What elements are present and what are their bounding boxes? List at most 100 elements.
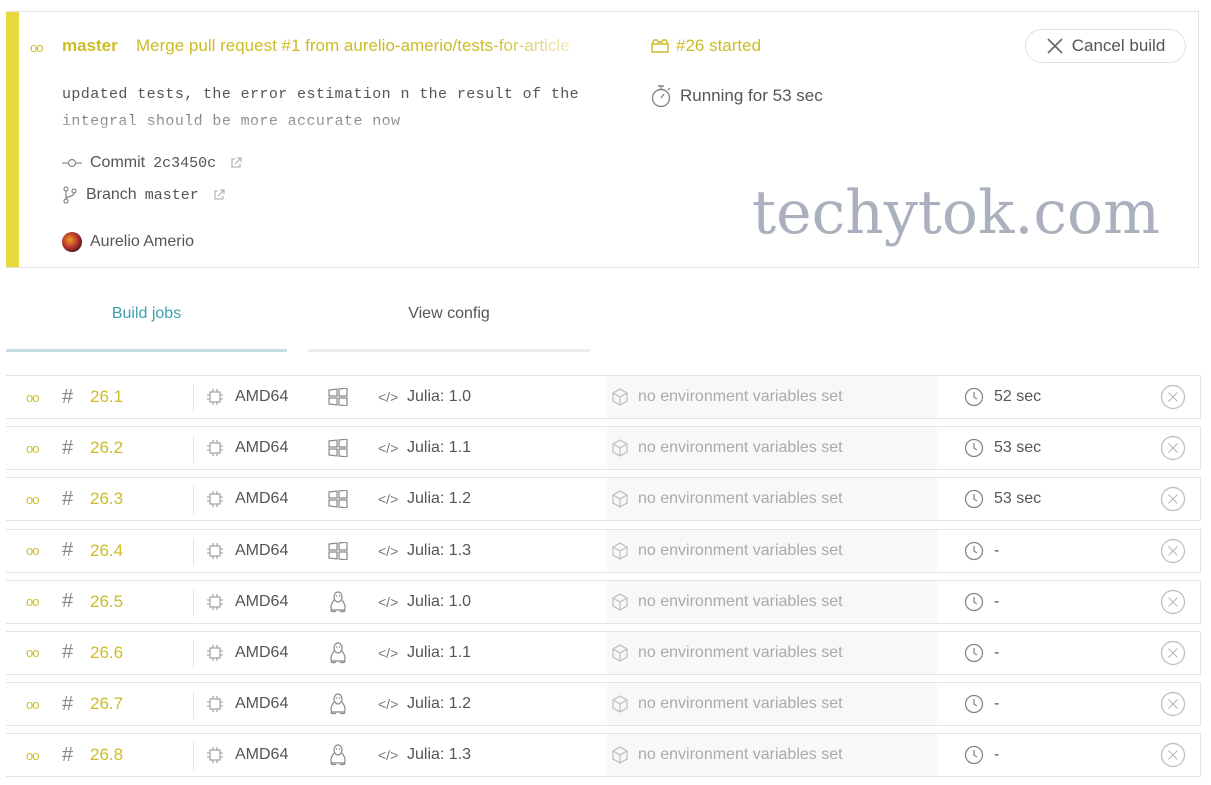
cancel-build-button[interactable]: Cancel build (1025, 29, 1186, 63)
cancel-job-icon[interactable] (1160, 530, 1186, 572)
cpu-icon (206, 376, 224, 418)
cube-icon (610, 427, 630, 469)
job-language: Julia: 1.0 (407, 388, 472, 405)
author-name: Aurelio Amerio (90, 233, 195, 250)
job-arch: AMD64 (235, 592, 289, 610)
external-link-icon[interactable] (213, 189, 225, 201)
cube-icon (610, 581, 630, 623)
cpu-icon (206, 478, 224, 520)
divider (193, 435, 194, 464)
job-language: Julia: 1.1 (407, 439, 472, 457)
job-number[interactable]: 26.7 (90, 683, 123, 725)
commit-message-title[interactable]: Merge pull request #1 from aurelio-ameri… (136, 36, 606, 56)
branch-name[interactable]: master (145, 187, 199, 204)
job-env: no environment variables set (638, 439, 843, 457)
job-duration: - (994, 695, 1000, 713)
linux-icon (328, 632, 348, 674)
clock-icon (964, 632, 984, 674)
running-dots-icon: oo (26, 747, 40, 763)
jobs-list: oo # 26.1 AMD64 </> Julia: 1.0 no enviro… (6, 375, 1201, 785)
avatar (62, 232, 82, 252)
job-row[interactable]: oo # 26.7 AMD64 </> Julia: 1.2 no enviro… (6, 682, 1201, 727)
job-language: Julia: 1.0 (407, 592, 472, 610)
watermark: techytok.com (752, 178, 1161, 248)
cpu-icon (206, 530, 224, 572)
hash-icon: # (62, 539, 74, 562)
job-duration: 53 sec (994, 490, 1042, 508)
hash-icon: # (62, 590, 74, 613)
cpu-icon (206, 427, 224, 469)
clock-icon (964, 427, 984, 469)
tab-build-jobs[interactable]: Build jobs (6, 305, 287, 352)
running-dots-icon: oo (26, 389, 40, 405)
stopwatch-icon (650, 84, 672, 108)
job-row[interactable]: oo # 26.4 AMD64 </> Julia: 1.3 no enviro… (6, 528, 1201, 573)
commit-label: Commit (90, 154, 146, 171)
job-number[interactable]: 26.1 (90, 376, 123, 418)
job-number[interactable]: 26.8 (90, 734, 123, 776)
hash-icon: # (62, 487, 74, 510)
job-language: Julia: 1.2 (407, 695, 472, 713)
job-row[interactable]: oo # 26.1 AMD64 </> Julia: 1.0 no enviro… (6, 375, 1201, 419)
linux-icon (328, 734, 348, 776)
job-number[interactable]: 26.5 (90, 581, 123, 623)
job-row[interactable]: oo # 26.8 AMD64 </> Julia: 1.3 no enviro… (6, 733, 1201, 778)
job-row[interactable]: oo # 26.2 AMD64 </> Julia: 1.1 no enviro… (6, 426, 1201, 471)
job-number[interactable]: 26.3 (90, 478, 123, 520)
job-arch: AMD64 (235, 388, 289, 405)
cancel-job-icon[interactable] (1160, 734, 1186, 776)
job-row[interactable]: oo # 26.3 AMD64 </> Julia: 1.2 no enviro… (6, 477, 1201, 522)
job-duration: 53 sec (994, 439, 1042, 457)
job-arch: AMD64 (235, 439, 289, 457)
cancel-build-label: Cancel build (1071, 36, 1166, 55)
windows-icon (328, 530, 348, 572)
job-language: Julia: 1.3 (407, 746, 472, 764)
branch-title[interactable]: master (62, 36, 118, 56)
commit-sha[interactable]: 2c3450c (153, 155, 216, 172)
job-env: no environment variables set (638, 592, 843, 610)
job-env: no environment variables set (638, 695, 843, 713)
divider (193, 691, 194, 720)
cancel-job-icon[interactable] (1160, 683, 1186, 725)
job-number[interactable]: 26.6 (90, 632, 123, 674)
commit-description: updated tests, the error estimation n th… (62, 86, 580, 130)
divider (193, 486, 194, 515)
hash-icon: # (62, 743, 74, 766)
job-row[interactable]: oo # 26.5 AMD64 </> Julia: 1.0 no enviro… (6, 579, 1201, 624)
cancel-job-icon[interactable] (1160, 478, 1186, 520)
code-icon: </> (378, 440, 399, 457)
cancel-job-icon[interactable] (1160, 376, 1186, 418)
job-env: no environment variables set (638, 541, 843, 559)
cancel-job-icon[interactable] (1160, 581, 1186, 623)
divider (193, 742, 194, 771)
job-env: no environment variables set (638, 643, 843, 661)
job-arch: AMD64 (235, 643, 289, 661)
divider (193, 588, 194, 617)
windows-icon (328, 427, 348, 469)
job-duration: - (994, 541, 1000, 559)
hash-icon: # (62, 385, 74, 408)
job-env: no environment variables set (638, 388, 843, 405)
build-number[interactable]: #26 started (650, 36, 761, 56)
branch-row[interactable]: Branch master (62, 186, 225, 204)
job-number[interactable]: 26.4 (90, 530, 123, 572)
cube-icon (610, 734, 630, 776)
job-duration: - (994, 746, 1000, 764)
divider (193, 537, 194, 566)
tab-view-config[interactable]: View config (308, 305, 590, 352)
cube-icon (610, 530, 630, 572)
cancel-job-icon[interactable] (1160, 427, 1186, 469)
job-language: Julia: 1.1 (407, 643, 472, 661)
job-number[interactable]: 26.2 (90, 427, 123, 469)
running-dots-icon: oo (26, 543, 40, 559)
commit-row[interactable]: Commit 2c3450c (62, 154, 242, 172)
job-arch: AMD64 (235, 490, 289, 508)
job-row[interactable]: oo # 26.6 AMD64 </> Julia: 1.1 no enviro… (6, 630, 1201, 675)
code-icon: </> (378, 542, 399, 559)
commit-icon (62, 157, 82, 169)
cube-icon (610, 478, 630, 520)
cancel-job-icon[interactable] (1160, 632, 1186, 674)
external-link-icon[interactable] (230, 157, 242, 169)
running-dots-icon: oo (26, 594, 40, 610)
divider (193, 384, 194, 412)
